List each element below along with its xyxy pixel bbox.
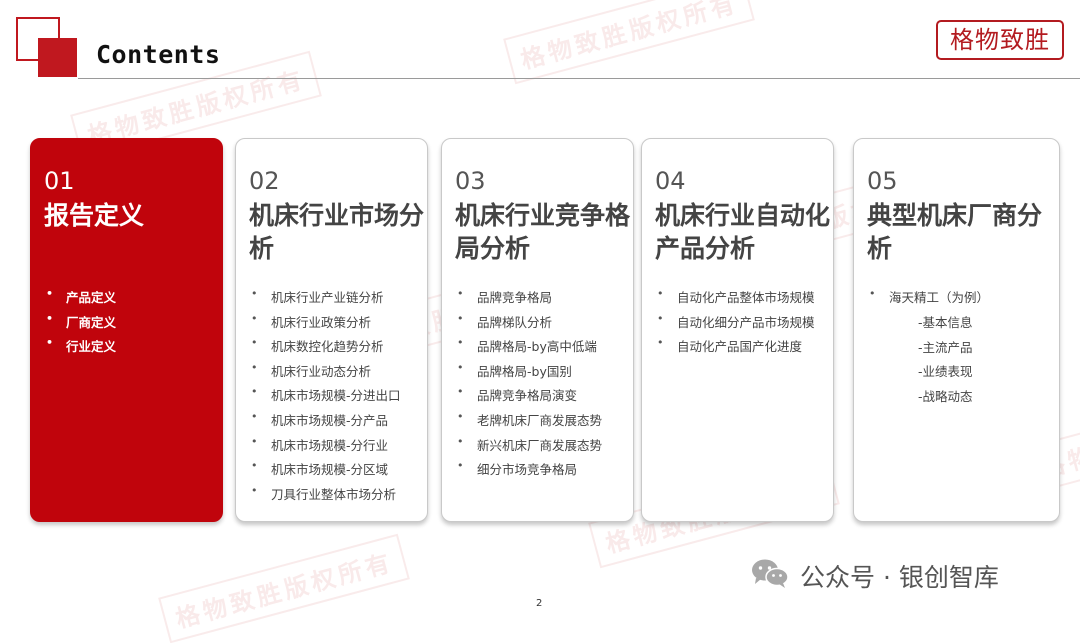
brand-seal-logo: 格物致胜: [936, 20, 1064, 60]
section-item-list: 自动化产品整体市场规模 自动化细分产品市场规模 自动化产品国产化进度: [654, 287, 815, 361]
section-heading: 典型机床厂商分析: [867, 201, 1043, 263]
section-number: 04: [655, 167, 686, 195]
section-sub-item-list: -基本信息 -主流产品 -业绩表现 -战略动态: [918, 312, 973, 410]
list-item: 机床行业产业链分析: [248, 287, 401, 312]
section-number: 02: [249, 167, 280, 195]
sub-list-item: -战略动态: [918, 388, 973, 404]
section-card-01[interactable]: 01 报告定义 产品定义 厂商定义 行业定义: [30, 138, 223, 522]
list-item: 海天精工（为例）: [866, 287, 989, 312]
list-item: 自动化产品整体市场规模: [654, 287, 815, 312]
watermark: 格物致胜版权所有: [503, 0, 755, 85]
list-item: 品牌竞争格局演变: [454, 385, 602, 410]
corner-decoration-fill: [38, 38, 77, 77]
page-number: 2: [536, 598, 543, 609]
list-item: 细分市场竞争格局: [454, 459, 602, 484]
page-title: Contents: [96, 40, 221, 69]
watermark: 格物致胜版权所有: [158, 533, 410, 643]
footer-brand-text: 公众号 · 银创智库: [800, 563, 999, 592]
section-heading: 机床行业自动化产品分析: [655, 201, 831, 263]
list-item: 机床市场规模-分区域: [248, 459, 401, 484]
section-card-03[interactable]: 03 机床行业竞争格局分析 品牌竞争格局 品牌梯队分析 品牌格局-by高中低端 …: [441, 138, 634, 522]
section-card-02[interactable]: 02 机床行业市场分析 机床行业产业链分析 机床行业政策分析 机床数控化趋势分析…: [235, 138, 428, 522]
section-heading: 机床行业竞争格局分析: [455, 201, 631, 263]
section-item-list: 产品定义 厂商定义 行业定义: [43, 287, 116, 361]
section-heading: 机床行业市场分析: [249, 201, 425, 263]
section-heading: 报告定义: [44, 201, 145, 230]
header-divider: [78, 78, 1080, 79]
section-number: 01: [44, 167, 75, 195]
list-item: 自动化产品国产化进度: [654, 336, 815, 361]
list-item: 机床市场规模-分产品: [248, 410, 401, 435]
list-item: 厂商定义: [43, 312, 116, 337]
list-item: 产品定义: [43, 287, 116, 312]
list-item: 机床市场规模-分进出口: [248, 385, 401, 410]
list-item: 机床数控化趋势分析: [248, 336, 401, 361]
list-item: 机床市场规模-分行业: [248, 435, 401, 460]
list-item: 自动化细分产品市场规模: [654, 312, 815, 337]
section-item-list: 机床行业产业链分析 机床行业政策分析 机床数控化趋势分析 机床行业动态分析 机床…: [248, 287, 401, 508]
list-item: 品牌竞争格局: [454, 287, 602, 312]
section-card-04[interactable]: 04 机床行业自动化产品分析 自动化产品整体市场规模 自动化细分产品市场规模 自…: [641, 138, 834, 522]
list-item: 新兴机床厂商发展态势: [454, 435, 602, 460]
section-item-list: 品牌竞争格局 品牌梯队分析 品牌格局-by高中低端 品牌格局-by国别 品牌竞争…: [454, 287, 602, 484]
sub-list-item: -业绩表现: [918, 364, 973, 380]
list-item: 品牌格局-by国别: [454, 361, 602, 386]
sub-list-item: -基本信息: [918, 315, 973, 330]
list-item: 机床行业动态分析: [248, 361, 401, 386]
section-number: 05: [867, 167, 898, 195]
list-item: 行业定义: [43, 336, 116, 361]
list-item: 老牌机床厂商发展态势: [454, 410, 602, 435]
section-card-05[interactable]: 05 典型机床厂商分析 海天精工（为例） -基本信息 -主流产品 -业绩表现 -…: [853, 138, 1060, 522]
sub-list-item: -主流产品: [918, 339, 973, 355]
list-item: 刀具行业整体市场分析: [248, 484, 401, 509]
wechat-icon: [752, 559, 789, 588]
list-item: 品牌梯队分析: [454, 312, 602, 337]
list-item: 机床行业政策分析: [248, 312, 401, 337]
section-number: 03: [455, 167, 486, 195]
list-item: 品牌格局-by高中低端: [454, 336, 602, 361]
section-item-list: 海天精工（为例）: [866, 287, 989, 312]
